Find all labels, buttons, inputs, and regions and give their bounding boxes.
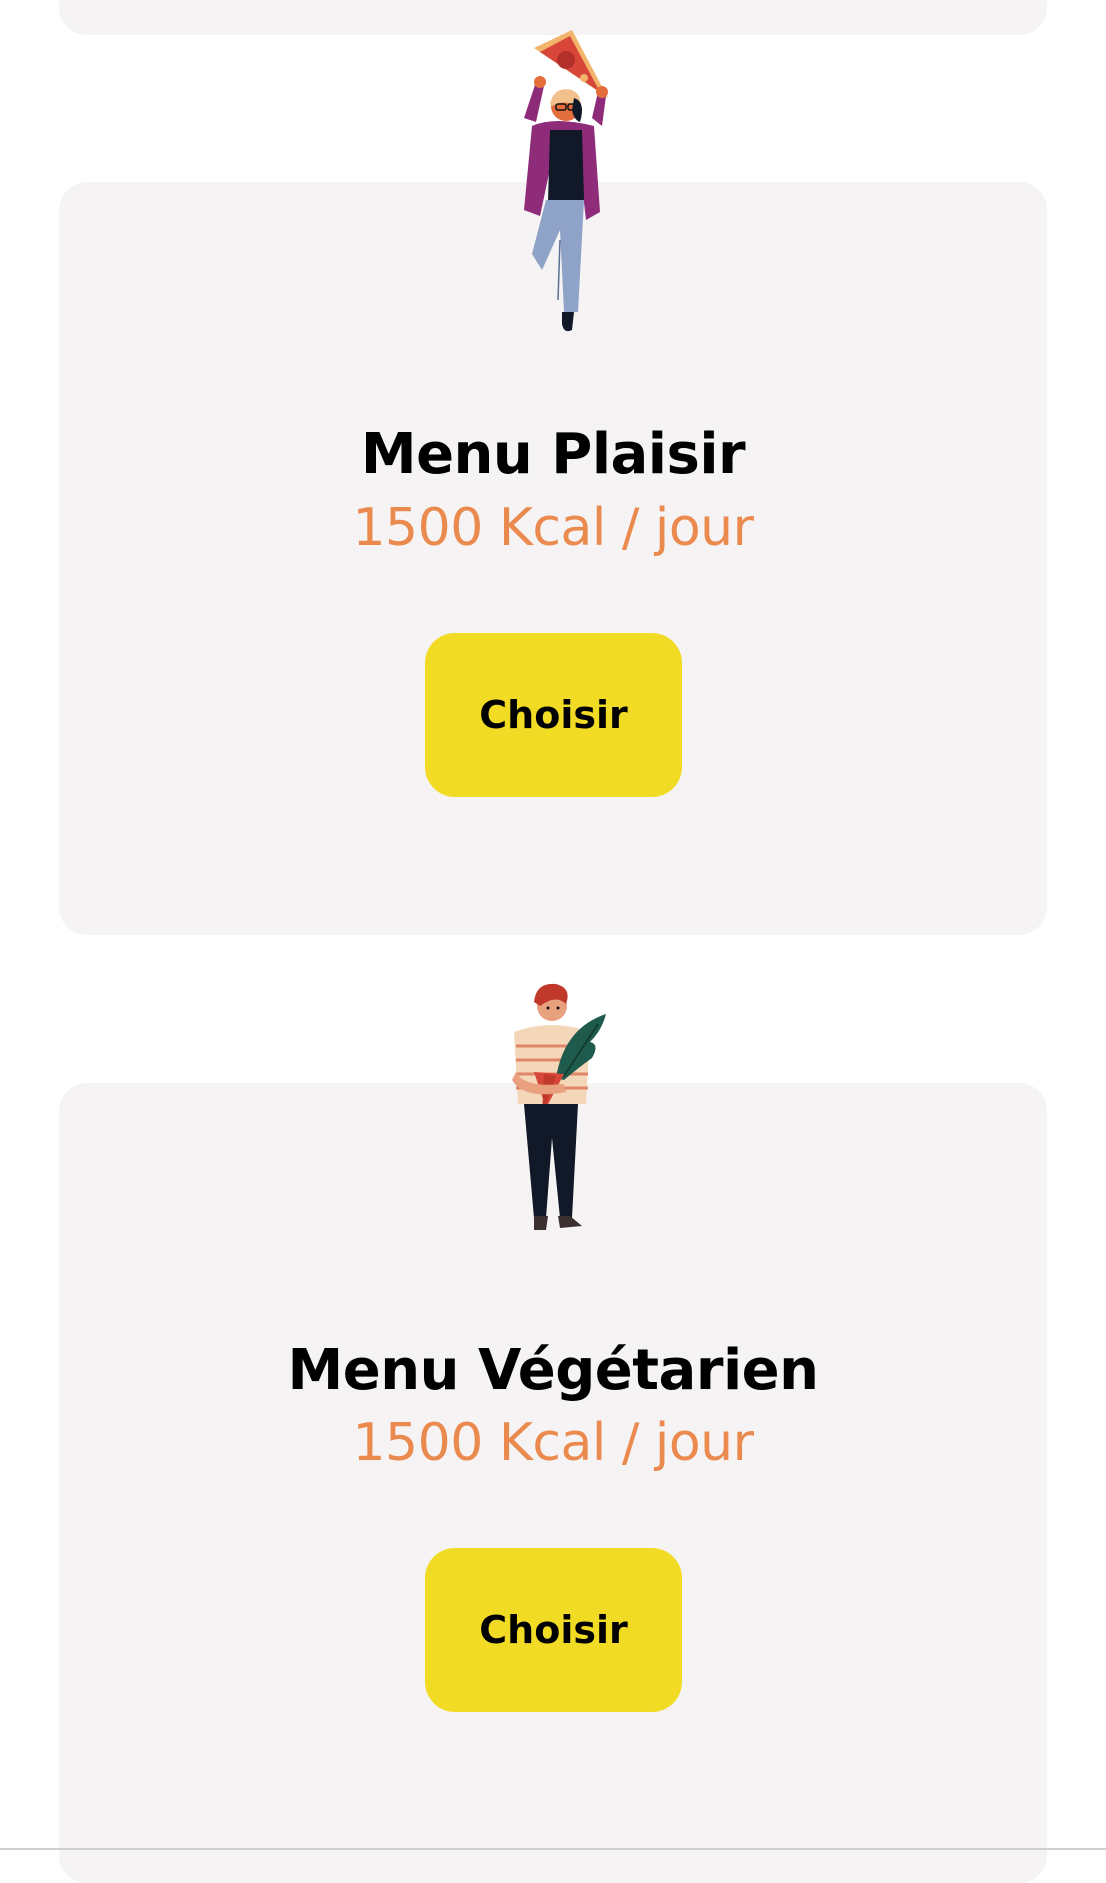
person-holding-vegetables-illustration (512, 983, 606, 1230)
menu-calories: 1500 Kcal / jour (352, 498, 754, 558)
choose-button-vegetarien[interactable]: Choisir (425, 1548, 682, 1712)
menu-title: Menu Plaisir (360, 422, 746, 487)
menu-title: Menu Végétarien (287, 1338, 819, 1403)
choose-button-plaisir[interactable]: Choisir (425, 633, 682, 797)
person-holding-pizza-illustration (524, 30, 608, 332)
menu-calories: 1500 Kcal / jour (352, 1413, 754, 1473)
